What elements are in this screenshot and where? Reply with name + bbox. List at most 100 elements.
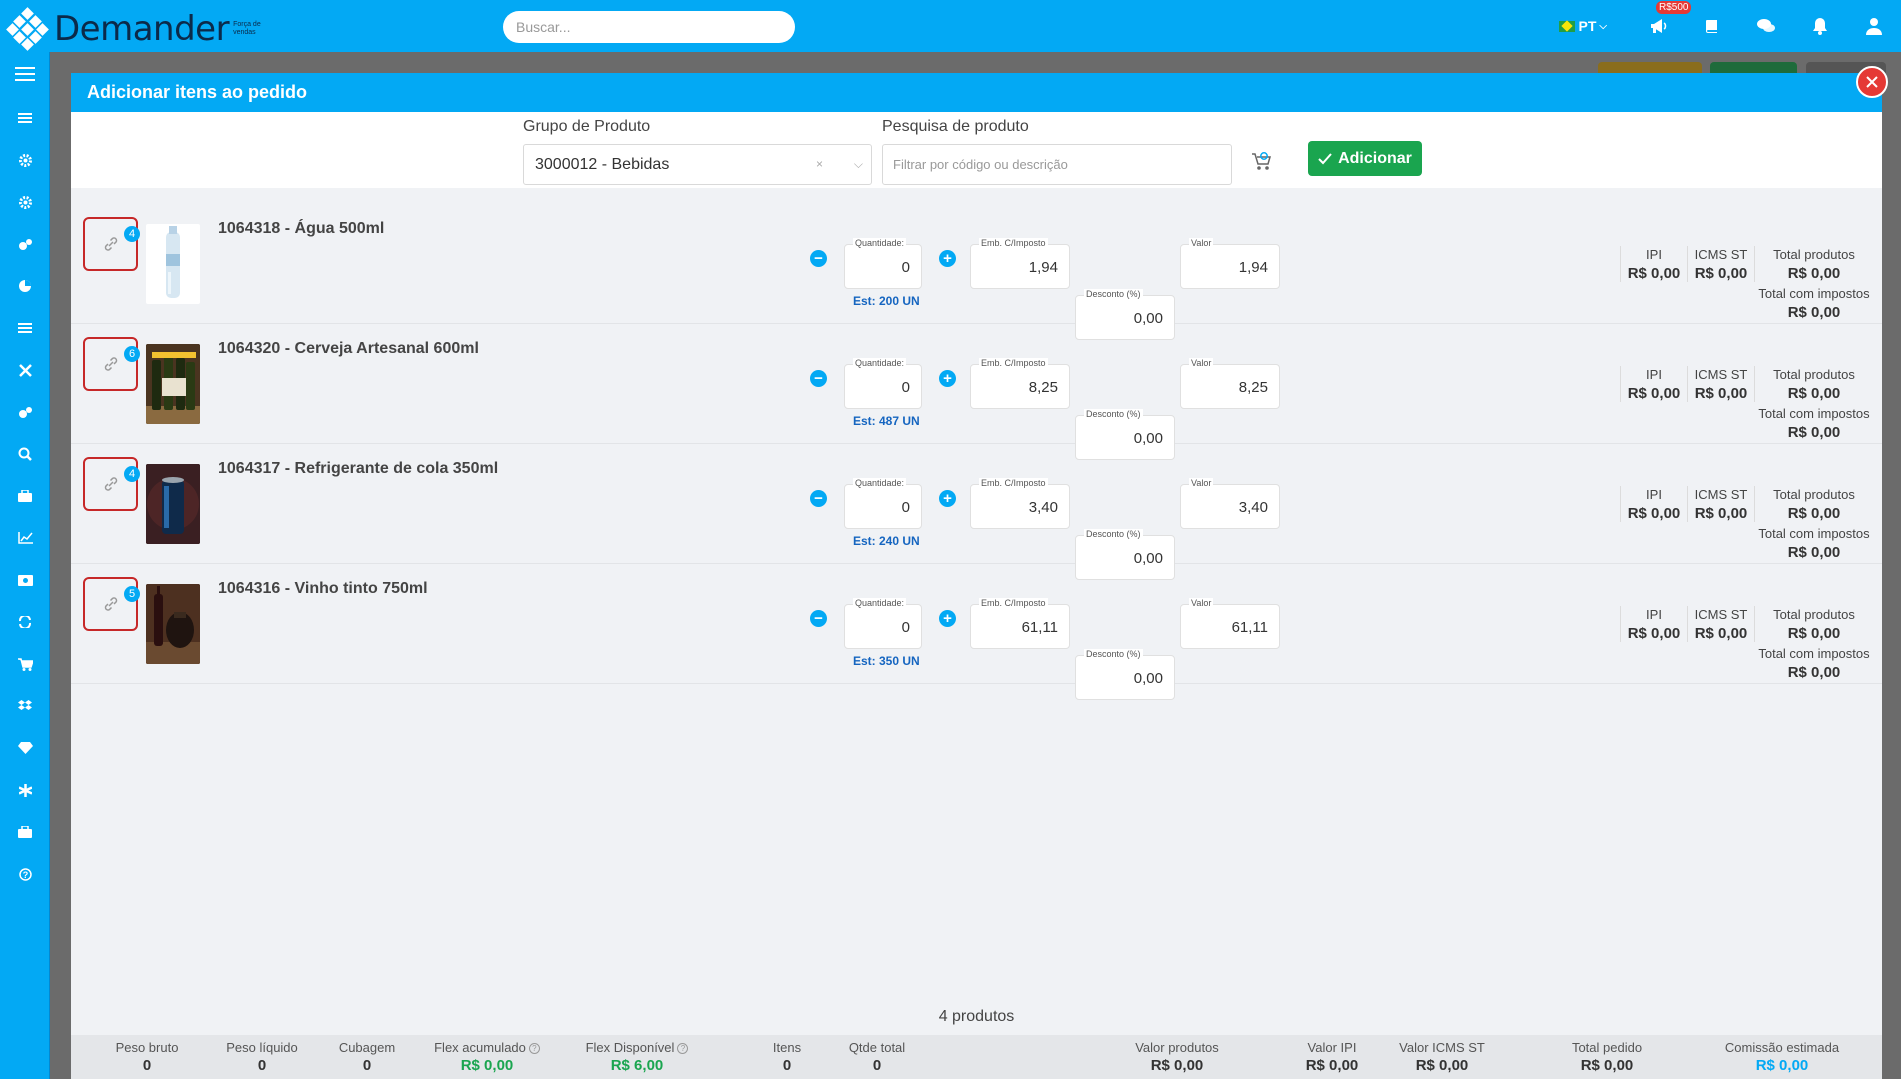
language-selector[interactable]: PT ⌵ [1558,18,1607,34]
totals-column: Total produtos R$ 0,00 Total com impostos R… [1758,247,1870,321]
emb-value: 1,94 [1028,259,1058,276]
emb-field[interactable]: Emb. C/Imposto 3,40 [970,478,1070,529]
refresh-icon[interactable] [0,610,50,634]
pie-chart-icon[interactable] [0,274,50,298]
discount-field[interactable]: Desconto (%) 0,00 [1075,649,1175,700]
decrement-button[interactable]: − [810,250,827,267]
help-icon[interactable]: ? [528,1043,540,1054]
total-products-value: R$ 0,00 [1787,385,1841,402]
divider [1754,246,1755,282]
related-products-button[interactable]: 6 [83,337,140,391]
catalog-button[interactable] [1685,0,1739,52]
price-field[interactable]: Valor 61,11 [1180,598,1280,649]
notifications-button[interactable] [1793,0,1847,52]
user-button[interactable] [1847,0,1901,52]
product-group-value: 3000012 - Bebidas [535,156,670,173]
related-products-button[interactable]: 5 [83,577,140,631]
icms-column: ICMS ST R$ 0,00 [1690,607,1752,642]
product-search-input[interactable] [882,144,1232,185]
divider [1620,486,1621,522]
settings-icon[interactable] [0,190,50,214]
global-search-input[interactable] [503,11,795,43]
quantity-value: 0 [901,259,910,276]
price-field[interactable]: Valor 3,40 [1180,478,1280,529]
product-image[interactable] [146,464,200,544]
add-button[interactable]: Adicionar [1308,141,1422,176]
discount-value: 0,00 [1133,670,1163,687]
increment-button[interactable]: + [939,610,956,627]
emb-field[interactable]: Emb. C/Imposto 1,94 [970,238,1070,289]
product-group-select[interactable]: 3000012 - Bebidas × ⌵ [523,144,872,185]
emb-value: 3,40 [1028,499,1058,516]
shopping-cart-icon[interactable] [0,652,50,676]
increment-button[interactable]: + [939,370,956,387]
link-icon [104,357,117,371]
clear-icon[interactable]: × [816,145,823,184]
quantity-field[interactable]: Quantidade: 0 [844,598,922,649]
decrement-button[interactable]: − [810,490,827,507]
dropbox-icon[interactable] [0,694,50,718]
increment-button[interactable]: + [939,250,956,267]
summary-icms-value: Valor ICMS ST R$ 0,00 [1399,1040,1485,1074]
link-icon [104,597,117,611]
help-icon[interactable]: ? [677,1043,689,1054]
related-products-button[interactable]: 4 [83,217,140,271]
list-icon[interactable] [0,106,50,130]
totals-column: Total produtos R$ 0,00 Total com impostos R… [1758,487,1870,561]
price-value: 3,40 [1238,499,1268,516]
book-icon [1706,20,1717,33]
briefcase-icon[interactable] [0,484,50,508]
ipi-column: IPI R$ 0,00 [1623,607,1685,642]
chat-icon [1757,19,1775,32]
increment-button[interactable]: + [939,490,956,507]
decrement-button[interactable]: − [810,610,827,627]
related-products-button[interactable]: 4 [83,457,140,511]
announcements-button[interactable]: R$500 [1631,0,1692,52]
asterisk-icon[interactable] [0,778,50,802]
price-field[interactable]: Valor 8,25 [1180,358,1280,409]
line-chart-icon[interactable] [0,526,50,550]
toolbox-icon[interactable] [0,820,50,844]
help-icon[interactable]: ? [0,862,50,886]
chat-button[interactable] [1739,0,1793,52]
quantity-label: Quantidade: [853,598,907,609]
decrement-button[interactable]: − [810,370,827,387]
emb-field[interactable]: Emb. C/Imposto 8,25 [970,358,1070,409]
summary-items: Itens 0 [772,1040,802,1074]
svg-text:?: ? [22,870,28,880]
summary-total-qty: Qtde total 0 [848,1040,906,1074]
diamond-icon[interactable] [0,736,50,760]
stock-text: Est: 350 UN [853,654,920,668]
quantity-value: 0 [901,499,910,516]
price-field[interactable]: Valor 1,94 [1180,238,1280,289]
total-taxes-value: R$ 0,00 [1787,424,1841,441]
product-image[interactable] [146,344,200,424]
cogs-settings-icon[interactable] [0,400,50,424]
quantity-field[interactable]: Quantidade: 0 [844,478,922,529]
divider [1687,366,1688,402]
price-label: Valor [1189,598,1214,609]
total-products-value: R$ 0,00 [1787,265,1841,282]
cogs-icon[interactable] [0,232,50,256]
divider [1620,366,1621,402]
product-image[interactable] [146,584,200,664]
quantity-field[interactable]: Quantidade: 0 [844,238,922,289]
close-modal-button[interactable] [1856,66,1888,98]
quantity-field[interactable]: Quantidade: 0 [844,358,922,409]
menu-list-icon[interactable] [0,316,50,340]
logo[interactable]: Demander Força de vendas [6,7,269,51]
emb-field[interactable]: Emb. C/Imposto 61,11 [970,598,1070,649]
emb-label: Emb. C/Imposto [979,358,1048,369]
gear-icon[interactable] [0,148,50,172]
summary-flex-available: Flex Disponível? R$ 6,00 [577,1035,697,1074]
product-row: 4 1064318 - Água 500ml − Quantidade: 0 + … [71,204,1882,340]
search-icon[interactable] [0,442,50,466]
cart-search-icon[interactable] [1251,152,1273,177]
related-count-badge: 4 [124,226,140,242]
summary-order-total: Total pedido R$ 0,00 [1571,1040,1643,1074]
product-image[interactable] [146,224,200,304]
ipi-value: R$ 0,00 [1627,385,1681,402]
money-icon[interactable] [0,568,50,592]
menu-toggle-icon[interactable] [0,62,50,86]
expand-icon[interactable] [0,358,50,382]
